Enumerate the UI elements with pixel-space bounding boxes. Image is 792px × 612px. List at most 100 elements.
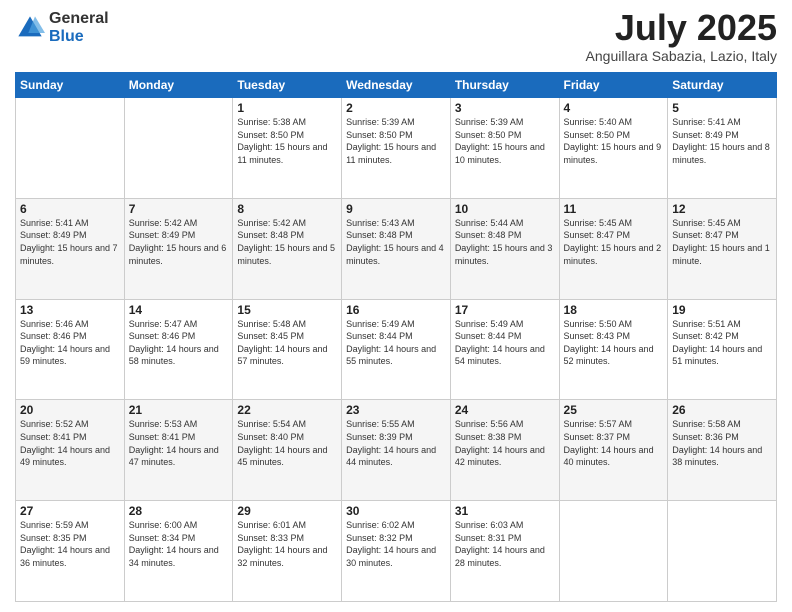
cell-info: Sunrise: 5:42 AMSunset: 8:49 PMDaylight:…	[129, 217, 229, 267]
calendar-cell: 22Sunrise: 5:54 AMSunset: 8:40 PMDayligh…	[233, 400, 342, 501]
day-number: 12	[672, 202, 772, 216]
location-subtitle: Anguillara Sabazia, Lazio, Italy	[586, 48, 777, 64]
cell-info: Sunrise: 5:59 AMSunset: 8:35 PMDaylight:…	[20, 519, 120, 569]
calendar-cell: 2Sunrise: 5:39 AMSunset: 8:50 PMDaylight…	[342, 98, 451, 199]
cell-info: Sunrise: 5:49 AMSunset: 8:44 PMDaylight:…	[346, 318, 446, 368]
cell-info: Sunrise: 5:41 AMSunset: 8:49 PMDaylight:…	[20, 217, 120, 267]
day-number: 27	[20, 504, 120, 518]
calendar-cell: 13Sunrise: 5:46 AMSunset: 8:46 PMDayligh…	[16, 299, 125, 400]
day-number: 11	[564, 202, 664, 216]
page-header: General Blue July 2025 Anguillara Sabazi…	[15, 10, 777, 64]
day-number: 16	[346, 303, 446, 317]
weekday-header: Sunday	[16, 73, 125, 98]
calendar-cell: 19Sunrise: 5:51 AMSunset: 8:42 PMDayligh…	[668, 299, 777, 400]
cell-info: Sunrise: 5:47 AMSunset: 8:46 PMDaylight:…	[129, 318, 229, 368]
day-number: 21	[129, 403, 229, 417]
cell-info: Sunrise: 6:00 AMSunset: 8:34 PMDaylight:…	[129, 519, 229, 569]
cell-info: Sunrise: 5:39 AMSunset: 8:50 PMDaylight:…	[455, 116, 555, 166]
calendar-cell: 30Sunrise: 6:02 AMSunset: 8:32 PMDayligh…	[342, 501, 451, 602]
day-number: 10	[455, 202, 555, 216]
title-block: July 2025 Anguillara Sabazia, Lazio, Ita…	[586, 10, 777, 64]
calendar-week-row: 13Sunrise: 5:46 AMSunset: 8:46 PMDayligh…	[16, 299, 777, 400]
day-number: 8	[237, 202, 337, 216]
cell-info: Sunrise: 5:40 AMSunset: 8:50 PMDaylight:…	[564, 116, 664, 166]
calendar-cell: 3Sunrise: 5:39 AMSunset: 8:50 PMDaylight…	[450, 98, 559, 199]
logo-general: General	[49, 10, 109, 28]
cell-info: Sunrise: 6:01 AMSunset: 8:33 PMDaylight:…	[237, 519, 337, 569]
calendar-cell: 25Sunrise: 5:57 AMSunset: 8:37 PMDayligh…	[559, 400, 668, 501]
cell-info: Sunrise: 5:41 AMSunset: 8:49 PMDaylight:…	[672, 116, 772, 166]
calendar-cell: 27Sunrise: 5:59 AMSunset: 8:35 PMDayligh…	[16, 501, 125, 602]
calendar-cell: 12Sunrise: 5:45 AMSunset: 8:47 PMDayligh…	[668, 198, 777, 299]
calendar-cell: 21Sunrise: 5:53 AMSunset: 8:41 PMDayligh…	[124, 400, 233, 501]
day-number: 24	[455, 403, 555, 417]
day-number: 14	[129, 303, 229, 317]
day-number: 20	[20, 403, 120, 417]
calendar-cell: 1Sunrise: 5:38 AMSunset: 8:50 PMDaylight…	[233, 98, 342, 199]
calendar-cell: 11Sunrise: 5:45 AMSunset: 8:47 PMDayligh…	[559, 198, 668, 299]
calendar-cell: 28Sunrise: 6:00 AMSunset: 8:34 PMDayligh…	[124, 501, 233, 602]
day-number: 28	[129, 504, 229, 518]
calendar-week-row: 1Sunrise: 5:38 AMSunset: 8:50 PMDaylight…	[16, 98, 777, 199]
weekday-header: Tuesday	[233, 73, 342, 98]
day-number: 6	[20, 202, 120, 216]
calendar-cell: 23Sunrise: 5:55 AMSunset: 8:39 PMDayligh…	[342, 400, 451, 501]
day-number: 9	[346, 202, 446, 216]
calendar-cell: 16Sunrise: 5:49 AMSunset: 8:44 PMDayligh…	[342, 299, 451, 400]
cell-info: Sunrise: 5:49 AMSunset: 8:44 PMDaylight:…	[455, 318, 555, 368]
cell-info: Sunrise: 5:46 AMSunset: 8:46 PMDaylight:…	[20, 318, 120, 368]
day-number: 23	[346, 403, 446, 417]
day-number: 29	[237, 504, 337, 518]
cell-info: Sunrise: 5:56 AMSunset: 8:38 PMDaylight:…	[455, 418, 555, 468]
month-title: July 2025	[586, 10, 777, 46]
day-number: 2	[346, 101, 446, 115]
calendar-cell	[668, 501, 777, 602]
calendar-cell: 6Sunrise: 5:41 AMSunset: 8:49 PMDaylight…	[16, 198, 125, 299]
cell-info: Sunrise: 5:51 AMSunset: 8:42 PMDaylight:…	[672, 318, 772, 368]
calendar-cell: 14Sunrise: 5:47 AMSunset: 8:46 PMDayligh…	[124, 299, 233, 400]
day-number: 31	[455, 504, 555, 518]
cell-info: Sunrise: 5:58 AMSunset: 8:36 PMDaylight:…	[672, 418, 772, 468]
calendar-cell: 8Sunrise: 5:42 AMSunset: 8:48 PMDaylight…	[233, 198, 342, 299]
weekday-header: Thursday	[450, 73, 559, 98]
day-number: 25	[564, 403, 664, 417]
logo-icon	[15, 13, 45, 43]
cell-info: Sunrise: 5:39 AMSunset: 8:50 PMDaylight:…	[346, 116, 446, 166]
calendar-cell	[124, 98, 233, 199]
day-number: 17	[455, 303, 555, 317]
weekday-header: Saturday	[668, 73, 777, 98]
day-number: 7	[129, 202, 229, 216]
header-row: SundayMondayTuesdayWednesdayThursdayFrid…	[16, 73, 777, 98]
calendar-cell: 4Sunrise: 5:40 AMSunset: 8:50 PMDaylight…	[559, 98, 668, 199]
day-number: 4	[564, 101, 664, 115]
weekday-header: Wednesday	[342, 73, 451, 98]
cell-info: Sunrise: 5:42 AMSunset: 8:48 PMDaylight:…	[237, 217, 337, 267]
day-number: 1	[237, 101, 337, 115]
day-number: 18	[564, 303, 664, 317]
cell-info: Sunrise: 5:43 AMSunset: 8:48 PMDaylight:…	[346, 217, 446, 267]
day-number: 22	[237, 403, 337, 417]
calendar-cell: 10Sunrise: 5:44 AMSunset: 8:48 PMDayligh…	[450, 198, 559, 299]
calendar-page: General Blue July 2025 Anguillara Sabazi…	[0, 0, 792, 612]
calendar-cell	[559, 501, 668, 602]
calendar-cell: 26Sunrise: 5:58 AMSunset: 8:36 PMDayligh…	[668, 400, 777, 501]
cell-info: Sunrise: 5:52 AMSunset: 8:41 PMDaylight:…	[20, 418, 120, 468]
calendar-cell: 9Sunrise: 5:43 AMSunset: 8:48 PMDaylight…	[342, 198, 451, 299]
calendar-cell: 29Sunrise: 6:01 AMSunset: 8:33 PMDayligh…	[233, 501, 342, 602]
day-number: 26	[672, 403, 772, 417]
cell-info: Sunrise: 5:57 AMSunset: 8:37 PMDaylight:…	[564, 418, 664, 468]
calendar-cell	[16, 98, 125, 199]
day-number: 5	[672, 101, 772, 115]
cell-info: Sunrise: 6:02 AMSunset: 8:32 PMDaylight:…	[346, 519, 446, 569]
calendar-cell: 15Sunrise: 5:48 AMSunset: 8:45 PMDayligh…	[233, 299, 342, 400]
calendar-week-row: 27Sunrise: 5:59 AMSunset: 8:35 PMDayligh…	[16, 501, 777, 602]
calendar-week-row: 20Sunrise: 5:52 AMSunset: 8:41 PMDayligh…	[16, 400, 777, 501]
cell-info: Sunrise: 6:03 AMSunset: 8:31 PMDaylight:…	[455, 519, 555, 569]
weekday-header: Friday	[559, 73, 668, 98]
calendar-week-row: 6Sunrise: 5:41 AMSunset: 8:49 PMDaylight…	[16, 198, 777, 299]
weekday-header: Monday	[124, 73, 233, 98]
cell-info: Sunrise: 5:45 AMSunset: 8:47 PMDaylight:…	[672, 217, 772, 267]
calendar-cell: 7Sunrise: 5:42 AMSunset: 8:49 PMDaylight…	[124, 198, 233, 299]
logo: General Blue	[15, 10, 109, 45]
calendar-cell: 31Sunrise: 6:03 AMSunset: 8:31 PMDayligh…	[450, 501, 559, 602]
